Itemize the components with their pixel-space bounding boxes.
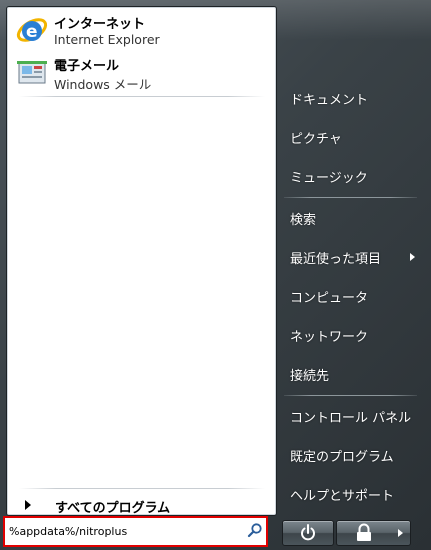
all-programs-button[interactable]: すべてのプログラム xyxy=(13,493,268,517)
search-box xyxy=(3,516,268,547)
right-item-label: コントロール パネル xyxy=(290,411,412,426)
right-separator xyxy=(284,395,417,396)
power-button[interactable] xyxy=(282,520,334,546)
pinned-title: 電子メール xyxy=(54,59,120,74)
internet-explorer-icon: e xyxy=(15,13,49,47)
all-programs-label: すべてのプログラム xyxy=(55,501,171,516)
pinned-internet-explorer[interactable]: e インターネット Internet Explorer xyxy=(12,10,262,50)
right-item-label: ヘルプとサポート xyxy=(290,489,395,504)
start-menu: e インターネット Internet Explorer 電子メール Window… xyxy=(0,0,431,550)
lock-button[interactable] xyxy=(336,520,392,546)
right-item-search[interactable]: 検索 xyxy=(280,203,420,233)
arrow-right-icon xyxy=(25,500,31,510)
arrow-right-icon xyxy=(398,529,403,537)
pinned-subtitle: Windows メール xyxy=(54,77,152,92)
right-item-label: ネットワーク xyxy=(290,330,369,345)
right-item-label: 最近使った項目 xyxy=(290,252,382,267)
right-item-network[interactable]: ネットワーク xyxy=(280,320,420,350)
pinned-separator xyxy=(19,96,265,97)
windows-mail-icon xyxy=(15,55,49,89)
right-item-label: ミュージック xyxy=(290,171,368,186)
right-item-computer[interactable]: コンピュータ xyxy=(280,281,420,311)
right-item-label: ピクチャ xyxy=(290,132,342,147)
right-item-default-programs[interactable]: 既定のプログラム xyxy=(280,440,420,470)
pinned-subtitle: Internet Explorer xyxy=(54,32,160,47)
right-item-label: 検索 xyxy=(290,213,317,228)
right-item-pictures[interactable]: ピクチャ xyxy=(280,122,420,152)
right-item-connect-to[interactable]: 接続先 xyxy=(280,359,420,389)
right-item-control-panel[interactable]: コントロール パネル xyxy=(280,401,420,431)
right-item-recent-items[interactable]: 最近使った項目 xyxy=(280,242,420,272)
all-programs-separator xyxy=(19,488,265,489)
search-icon[interactable] xyxy=(247,522,263,538)
svg-text:e: e xyxy=(26,22,38,42)
left-pane: e インターネット Internet Explorer 電子メール Window… xyxy=(6,6,277,516)
pinned-title: インターネット xyxy=(54,17,146,32)
power-options-button[interactable] xyxy=(390,520,411,546)
right-item-label: ドキュメント xyxy=(290,93,369,108)
right-separator xyxy=(284,197,417,198)
power-icon xyxy=(301,524,315,541)
right-item-music[interactable]: ミュージック xyxy=(280,161,420,191)
search-input[interactable] xyxy=(9,522,245,540)
right-item-label: コンピュータ xyxy=(290,291,369,306)
pinned-windows-mail[interactable]: 電子メール Windows メール xyxy=(12,52,262,92)
submenu-arrow-icon xyxy=(410,253,415,261)
right-item-documents[interactable]: ドキュメント xyxy=(280,83,420,113)
right-item-label: 接続先 xyxy=(290,369,330,384)
right-item-label: 既定のプログラム xyxy=(290,450,394,465)
lock-icon xyxy=(357,523,371,541)
right-item-help-support[interactable]: ヘルプとサポート xyxy=(280,479,420,509)
